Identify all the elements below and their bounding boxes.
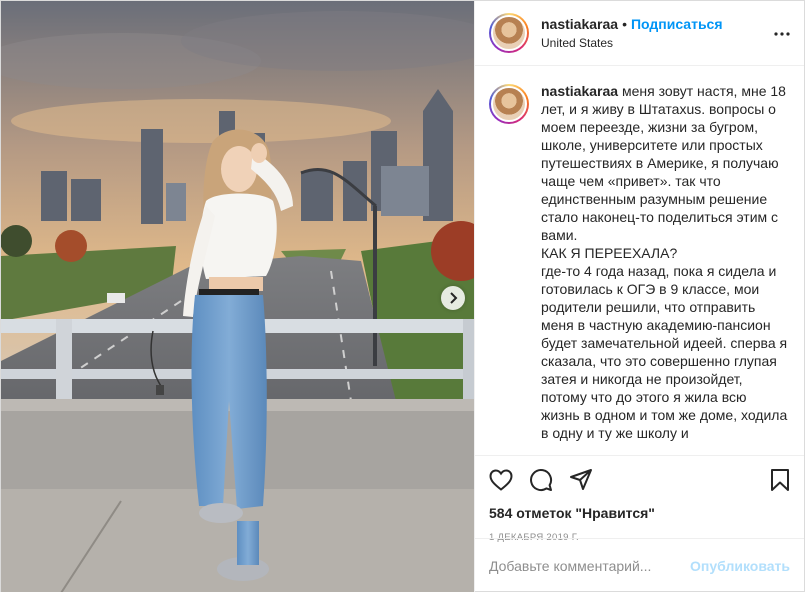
comments-area[interactable]: nastiakaraa меня зовут настя, мне 18 лет… (475, 66, 804, 455)
caption-author-avatar[interactable] (489, 84, 529, 124)
post-location[interactable]: United States (541, 34, 723, 52)
follow-button[interactable]: Подписаться (631, 16, 723, 32)
like-button[interactable] (489, 460, 529, 500)
publish-button[interactable]: Опубликовать (690, 558, 790, 574)
post-side-panel: nastiakaraa • Подписаться United States na… (474, 1, 804, 592)
instagram-post: nastiakaraa • Подписаться United States na… (0, 0, 805, 592)
photo-illustration (1, 1, 474, 592)
caption-username[interactable]: nastiakaraa (541, 83, 618, 99)
comment-icon (530, 469, 553, 491)
add-comment-bar: Опубликовать (475, 538, 804, 592)
caption-text: меня зовут настя, мне 18 лет, и я живу в… (541, 83, 788, 441)
post-header: nastiakaraa • Подписаться United States (475, 1, 804, 66)
share-icon (570, 469, 592, 490)
more-dots-icon (774, 32, 790, 36)
likes-count[interactable]: 584 отметок "Нравится" (489, 504, 790, 522)
separator-dot: • (622, 15, 627, 32)
post-photo[interactable] (1, 1, 474, 592)
author-username[interactable]: nastiakaraa (541, 16, 618, 32)
more-options-button[interactable] (774, 23, 790, 41)
author-avatar[interactable] (489, 13, 529, 53)
bookmark-icon (771, 469, 789, 491)
comment-input[interactable] (489, 558, 691, 574)
heart-icon (489, 469, 513, 491)
chevron-right-icon (450, 292, 458, 304)
post-caption: nastiakaraa меня зовут настя, мне 18 лет… (541, 82, 788, 455)
comment-button[interactable] (529, 460, 569, 500)
save-button[interactable] (750, 460, 790, 500)
action-icons-row (489, 460, 790, 500)
share-button[interactable] (569, 460, 609, 500)
next-photo-button[interactable] (441, 286, 465, 310)
